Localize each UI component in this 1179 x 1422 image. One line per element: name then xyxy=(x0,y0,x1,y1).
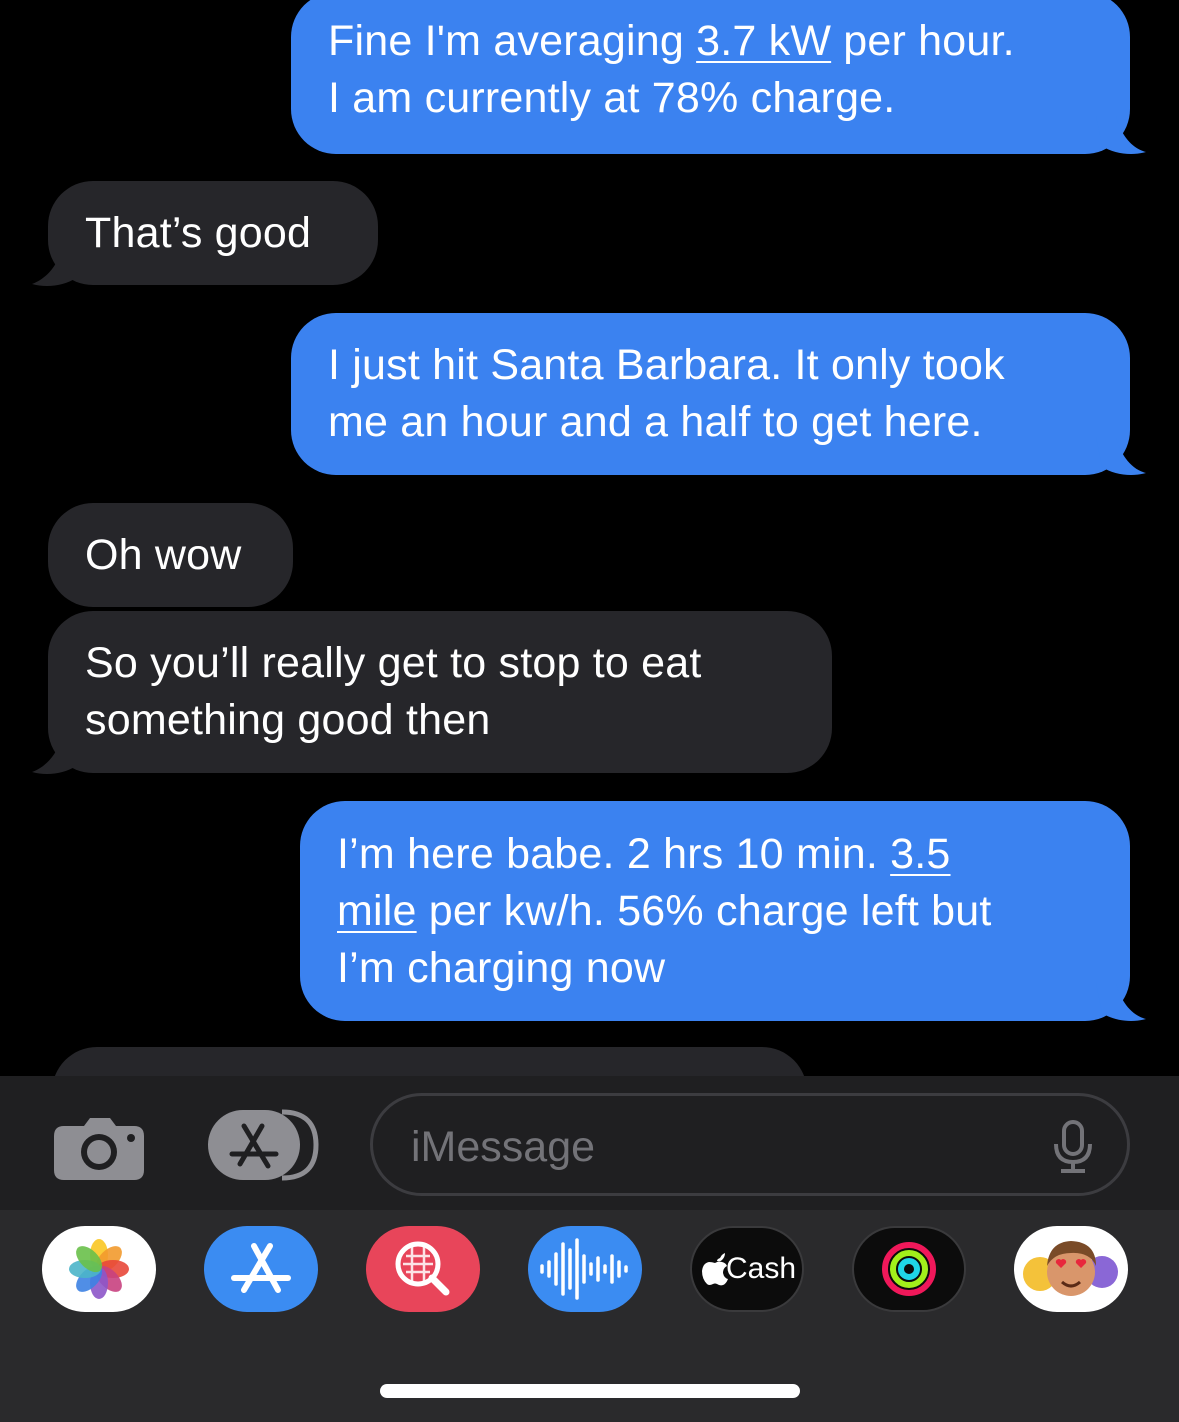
message-line: mile per kw/h. 56% charge left but xyxy=(337,887,992,935)
message-thread[interactable]: Fine I'm averaging 3.7 kW per hour. I am… xyxy=(0,0,1179,1080)
message-line: me an hour and a half to get here. xyxy=(328,398,983,446)
detected-data-link[interactable]: mile xyxy=(337,887,417,935)
memoji-icon xyxy=(1023,1241,1118,1296)
app-photos[interactable] xyxy=(42,1226,156,1312)
message-bubble-sent[interactable]: I just hit Santa Barbara. It only took m… xyxy=(291,313,1130,475)
message-bubble-received[interactable]: Oh wow xyxy=(48,503,293,607)
photos-icon xyxy=(69,1239,129,1299)
message-line: I just hit Santa Barbara. It only took xyxy=(328,341,1005,389)
message-line: That’s good xyxy=(85,209,312,257)
bubble-tail-received xyxy=(32,248,82,286)
app-apple-cash[interactable]: Cash xyxy=(690,1226,804,1312)
bubble-tail-sent xyxy=(1096,983,1146,1021)
app-image-search[interactable] xyxy=(366,1226,480,1312)
app-store-icon xyxy=(208,1109,319,1181)
app-activity[interactable] xyxy=(852,1226,966,1312)
message-line: I’m here babe. 2 hrs 10 min. 3.5 xyxy=(337,830,951,878)
message-bubble-received[interactable]: That’s good xyxy=(48,181,378,285)
bubble-tail-received xyxy=(32,736,82,774)
waveform-icon xyxy=(540,1238,628,1300)
message-bubble-sent[interactable]: Fine I'm averaging 3.7 kW per hour. I am… xyxy=(291,0,1130,154)
message-input-placeholder: iMessage xyxy=(411,1123,596,1171)
detected-data-link[interactable]: 3.5 xyxy=(890,830,950,878)
bubble-tail-sent xyxy=(1096,437,1146,475)
apps-button[interactable] xyxy=(206,1108,322,1182)
camera-icon xyxy=(54,1118,144,1180)
home-indicator[interactable] xyxy=(380,1384,800,1398)
app-app-store[interactable] xyxy=(204,1226,318,1312)
message-line: Fine I'm averaging 3.7 kW per hour. xyxy=(328,17,1015,65)
message-line: Oh wow xyxy=(85,531,242,579)
message-line: I am currently at 78% charge. xyxy=(328,74,896,122)
image-search-icon xyxy=(395,1241,450,1296)
message-line: something good then xyxy=(85,696,491,744)
camera-button[interactable] xyxy=(54,1116,144,1180)
app-store-icon xyxy=(231,1243,291,1293)
microphone-icon[interactable] xyxy=(1053,1120,1093,1174)
activity-rings-icon xyxy=(882,1242,936,1296)
message-input[interactable]: iMessage xyxy=(370,1093,1130,1196)
message-line: I’m charging now xyxy=(337,944,666,992)
app-memoji[interactable] xyxy=(1014,1226,1128,1312)
apple-cash-label: Cash xyxy=(726,1252,797,1285)
message-bubble-sent[interactable]: I’m here babe. 2 hrs 10 min. 3.5 mile pe… xyxy=(300,801,1130,1021)
message-line: So you’ll really get to stop to eat xyxy=(85,639,702,687)
message-bubble-received[interactable]: So you’ll really get to stop to eat some… xyxy=(48,611,832,773)
bubble-tail-sent xyxy=(1096,116,1146,154)
detected-data-link[interactable]: 3.7 kW xyxy=(696,17,831,65)
app-audio-message[interactable] xyxy=(528,1226,642,1312)
